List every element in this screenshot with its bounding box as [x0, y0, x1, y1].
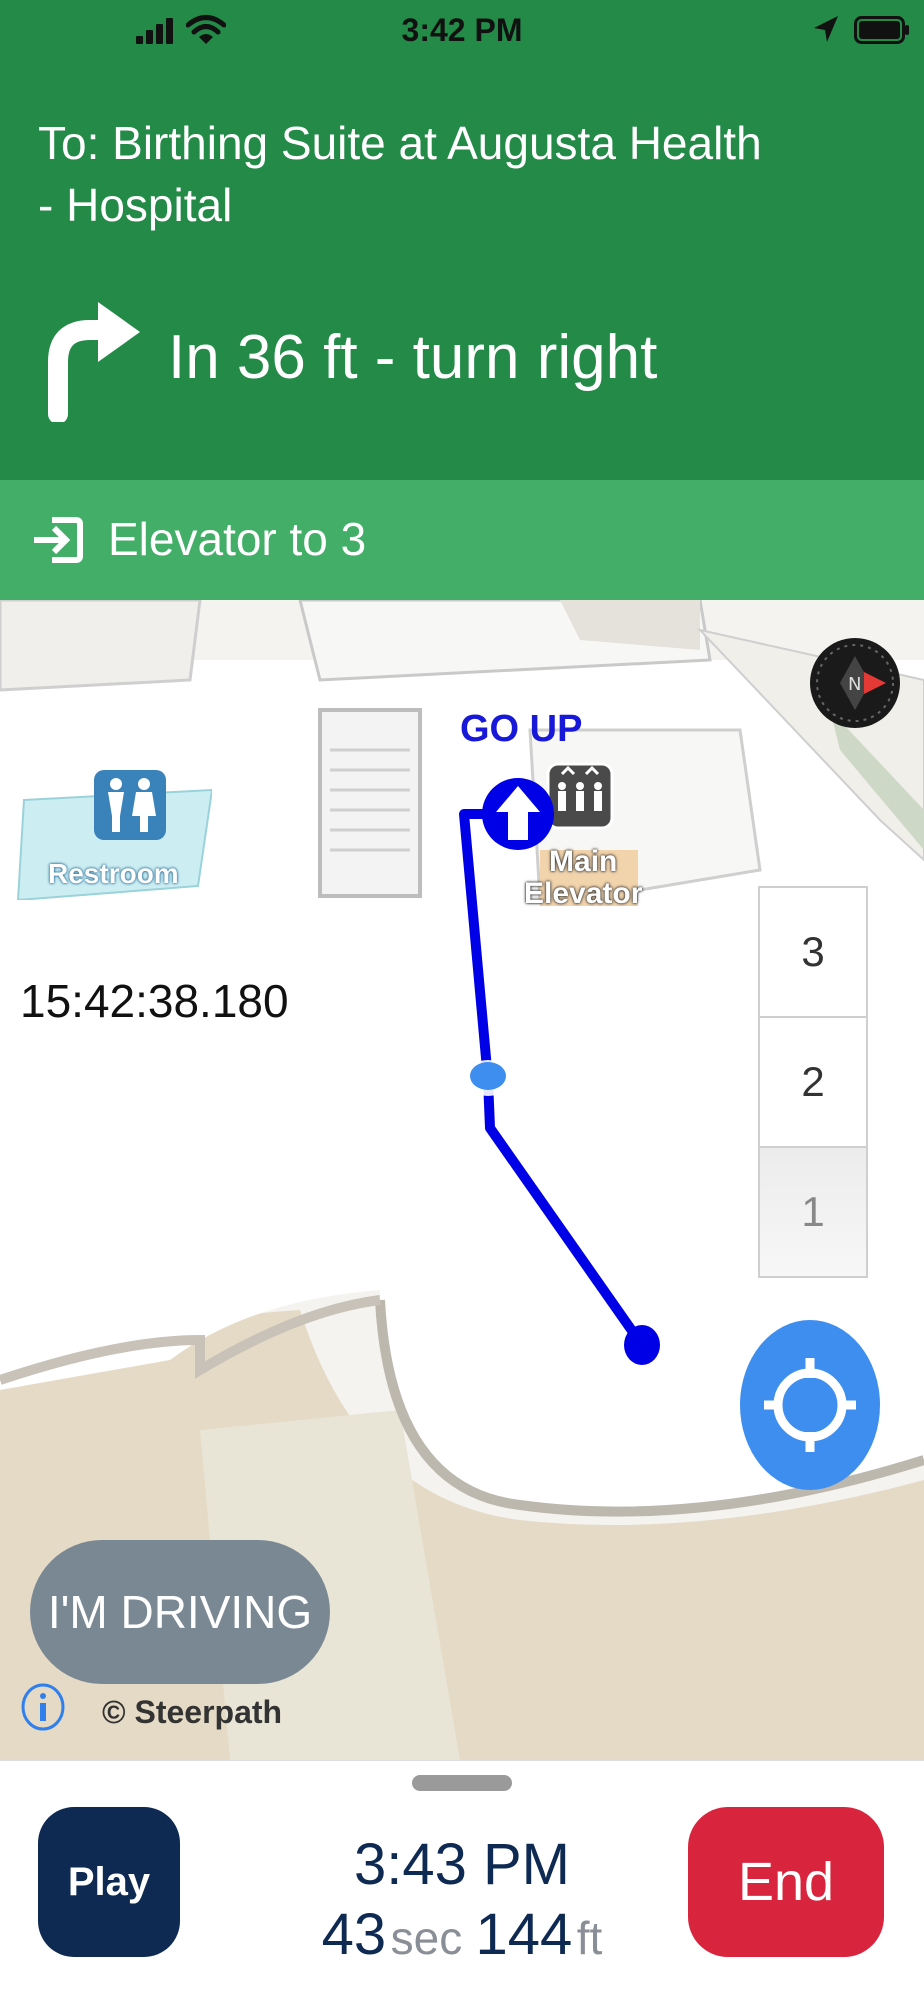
location-services-icon [814, 16, 838, 42]
svg-text:N: N [848, 674, 861, 695]
restroom-label: Restroom [48, 858, 179, 889]
end-navigation-button[interactable]: End [688, 1807, 884, 1957]
info-icon[interactable] [20, 1682, 66, 1732]
debug-timestamp: 15:42:38.180 [20, 975, 289, 1027]
trip-summary-bar: Play 3:43 PM 43 sec 144 ft End [0, 1760, 924, 2000]
map-attribution[interactable]: © Steerpath [102, 1694, 282, 1731]
distance-unit: ft [576, 1912, 603, 1964]
floor-button-1[interactable]: 1 [760, 1148, 866, 1276]
duration-value: 43 [321, 1902, 387, 1967]
turn-instruction: In 36 ft - turn right [168, 323, 658, 392]
compass-icon[interactable]: N [808, 626, 902, 740]
elevator-label-line1: Main [549, 845, 618, 878]
battery-icon [854, 16, 909, 44]
distance-value: 144 [475, 1902, 573, 1967]
status-time: 3:42 PM [401, 12, 523, 48]
navigation-header: 3:42 PM To: Birthing Suite at Augusta He… [0, 0, 924, 600]
drag-handle[interactable] [412, 1775, 512, 1791]
duration-unit: sec [390, 1912, 463, 1964]
floor-selector[interactable]: 3 2 1 [758, 886, 868, 1278]
destination-label: To: Birthing Suite at Augusta Health - H… [38, 117, 762, 231]
status-bar: 3:42 PM [0, 0, 924, 64]
next-step-label: Elevator to 3 [108, 513, 367, 565]
next-step-bar: Elevator to 3 [0, 480, 924, 600]
elevator-label-line2: Elevator [524, 877, 643, 910]
enter-elevator-icon [34, 517, 83, 563]
floor-button-2[interactable]: 2 [760, 1018, 866, 1148]
main-elevator-label: Main Elevator [524, 846, 642, 910]
destination-text: To: Birthing Suite at Augusta Health - H… [38, 112, 898, 236]
floor-button-3[interactable]: 3 [760, 888, 866, 1018]
turn-right-icon [48, 302, 140, 422]
go-up-label: GO UP [460, 708, 583, 750]
indoor-map[interactable]: Restroom 15:42:38.180 GO UP Main Elevato… [0, 600, 924, 1760]
im-driving-button[interactable]: I'M DRIVING [30, 1540, 330, 1684]
recenter-location-button[interactable] [740, 1320, 880, 1490]
